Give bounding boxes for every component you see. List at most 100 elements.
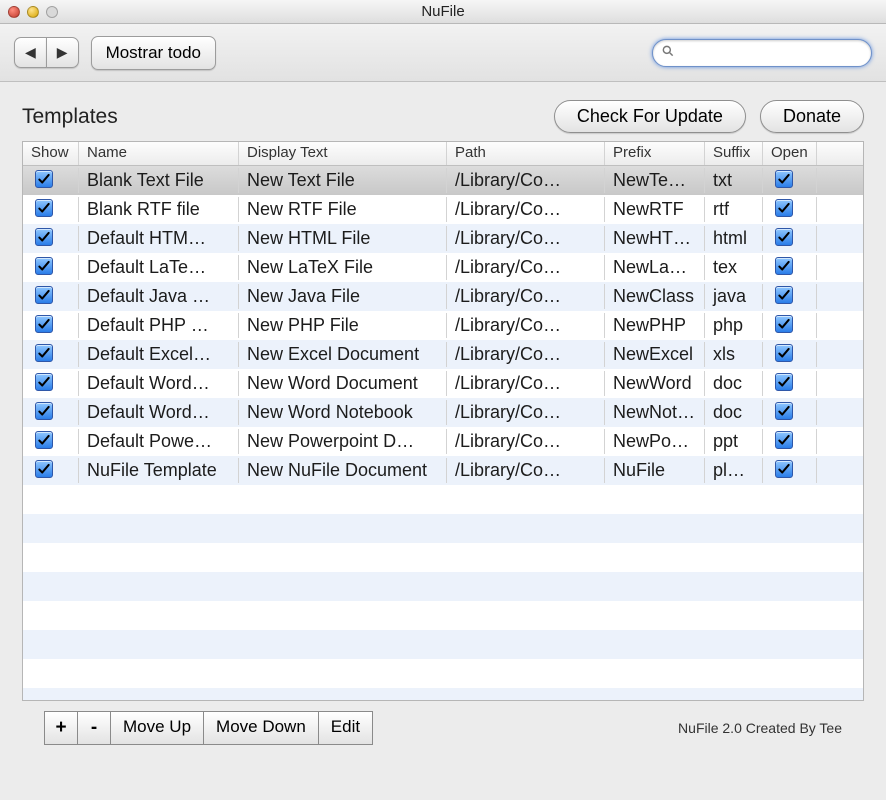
cell-display: New LaTeX File [239,255,447,280]
checkbox-checked-icon[interactable] [35,257,53,275]
table-row[interactable]: Default PHP …New PHP File/Library/Co…New… [23,311,863,340]
table-row[interactable]: Default Java …New Java File/Library/Co…N… [23,282,863,311]
show-all-button[interactable]: Mostrar todo [91,36,216,70]
cell-show[interactable] [23,197,79,222]
cell-open[interactable] [763,168,817,193]
cell-show[interactable] [23,400,79,425]
table-row[interactable]: Default Excel…New Excel Document/Library… [23,340,863,369]
move-down-button[interactable]: Move Down [203,711,319,745]
checkbox-checked-icon[interactable] [35,460,53,478]
checkbox-checked-icon[interactable] [35,170,53,188]
cell-show[interactable] [23,429,79,454]
table-row[interactable]: Default Word…New Word Notebook/Library/C… [23,398,863,427]
cell-show[interactable] [23,255,79,280]
col-display[interactable]: Display Text [239,142,447,165]
col-suffix[interactable]: Suffix [705,142,763,165]
cell-show[interactable] [23,313,79,338]
cell-display: New Text File [239,168,447,193]
cell-show[interactable] [23,226,79,251]
table-header: Show Name Display Text Path Prefix Suffi… [23,142,863,166]
checkbox-checked-icon[interactable] [35,431,53,449]
section-header: Templates Check For Update Donate [22,100,864,133]
cell-prefix: NewExcel [605,342,705,367]
cell-suffix: ppt [705,429,763,454]
check-update-button[interactable]: Check For Update [554,100,746,133]
table-row[interactable]: Default Powe…New Powerpoint D…/Library/C… [23,427,863,456]
checkbox-checked-icon[interactable] [775,373,793,391]
search-input[interactable] [652,39,872,67]
cell-show[interactable] [23,342,79,367]
checkbox-checked-icon[interactable] [775,199,793,217]
checkbox-checked-icon[interactable] [775,257,793,275]
checkbox-checked-icon[interactable] [775,431,793,449]
cell-name: Default Java … [79,284,239,309]
cell-display: New NuFile Document [239,458,447,483]
cell-path: /Library/Co… [447,313,605,338]
cell-name: Default Word… [79,400,239,425]
cell-open[interactable] [763,342,817,367]
checkbox-checked-icon[interactable] [775,402,793,420]
checkbox-checked-icon[interactable] [775,315,793,333]
add-button[interactable]: + [44,711,78,745]
table-row[interactable]: Default LaTe…New LaTeX File/Library/Co…N… [23,253,863,282]
cell-spacer [817,324,863,328]
col-path[interactable]: Path [447,142,605,165]
title-bar: NuFile [0,0,886,24]
col-prefix[interactable]: Prefix [605,142,705,165]
checkbox-checked-icon[interactable] [35,402,53,420]
cell-open[interactable] [763,313,817,338]
cell-prefix: NewNot… [605,400,705,425]
cell-show[interactable] [23,168,79,193]
table-row[interactable]: Blank Text FileNew Text File/Library/Co…… [23,166,863,195]
checkbox-checked-icon[interactable] [775,228,793,246]
table-body[interactable]: Blank Text FileNew Text File/Library/Co…… [23,166,863,700]
cell-prefix: NewHTML [605,226,705,251]
donate-button[interactable]: Donate [760,100,864,133]
back-button[interactable]: ◀ [14,37,46,68]
table-row[interactable]: Default HTM…New HTML File/Library/Co…New… [23,224,863,253]
cell-open[interactable] [763,284,817,309]
cell-display: New HTML File [239,226,447,251]
cell-open[interactable] [763,429,817,454]
checkbox-checked-icon[interactable] [35,286,53,304]
move-up-button[interactable]: Move Up [110,711,204,745]
cell-open[interactable] [763,371,817,396]
col-open[interactable]: Open [763,142,817,165]
cell-spacer [817,353,863,357]
cell-open[interactable] [763,400,817,425]
checkbox-checked-icon[interactable] [35,315,53,333]
checkbox-checked-icon[interactable] [35,344,53,362]
cell-name: Default LaTe… [79,255,239,280]
checkbox-checked-icon[interactable] [775,286,793,304]
remove-button[interactable]: - [77,711,111,745]
cell-suffix: doc [705,400,763,425]
checkbox-checked-icon[interactable] [775,460,793,478]
cell-path: /Library/Co… [447,168,605,193]
col-show[interactable]: Show [23,142,79,165]
cell-path: /Library/Co… [447,429,605,454]
cell-suffix: xls [705,342,763,367]
cell-show[interactable] [23,458,79,483]
cell-path: /Library/Co… [447,255,605,280]
cell-show[interactable] [23,371,79,396]
cell-show[interactable] [23,284,79,309]
checkbox-checked-icon[interactable] [35,199,53,217]
cell-prefix: NewWord [605,371,705,396]
checkbox-checked-icon[interactable] [775,170,793,188]
table-row[interactable]: Default Word…New Word Document/Library/C… [23,369,863,398]
checkbox-checked-icon[interactable] [35,228,53,246]
cell-open[interactable] [763,255,817,280]
cell-open[interactable] [763,226,817,251]
table-row[interactable]: Blank RTF fileNew RTF File/Library/Co…Ne… [23,195,863,224]
col-name[interactable]: Name [79,142,239,165]
cell-suffix: tex [705,255,763,280]
edit-button[interactable]: Edit [318,711,373,745]
cell-open[interactable] [763,458,817,483]
col-spacer [817,142,863,165]
search-field-wrap [652,39,872,67]
forward-button[interactable]: ▶ [46,37,79,68]
cell-open[interactable] [763,197,817,222]
checkbox-checked-icon[interactable] [35,373,53,391]
table-row[interactable]: NuFile TemplateNew NuFile Document/Libra… [23,456,863,485]
checkbox-checked-icon[interactable] [775,344,793,362]
